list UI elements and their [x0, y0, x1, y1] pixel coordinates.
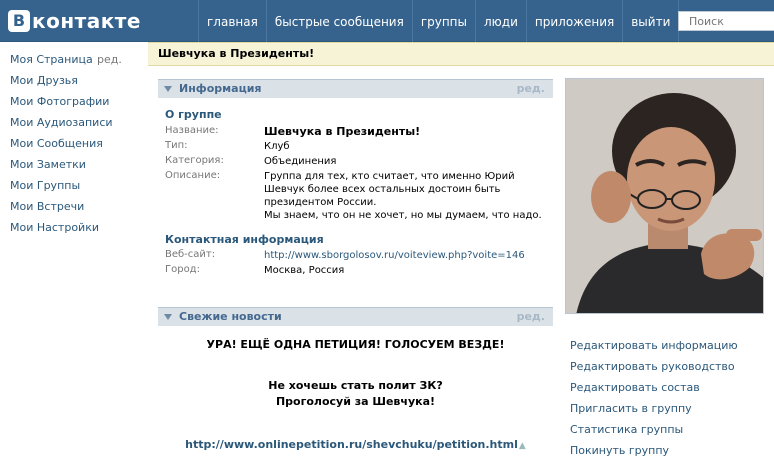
left-sidebar: Моя Страница ред. Мои Друзья Мои Фотогра… [10, 52, 140, 241]
section-title: Свежие новости [179, 310, 282, 323]
row-value: Шевчука в Президенты! [264, 125, 421, 138]
collapse-arrow-icon [164, 314, 172, 320]
group-photo[interactable] [565, 78, 764, 314]
edit-info-link[interactable]: Редактировать информацию [570, 338, 770, 359]
sidebar-item-settings[interactable]: Мои Настройки [10, 220, 140, 241]
page-title: Шевчука в Президенты! [158, 47, 315, 60]
news-line: Проголосуй за Шевчука! [275, 395, 436, 408]
news-link-row: http://www.onlinepetition.ru/shevchuku/p… [158, 437, 553, 454]
nav-groups[interactable]: группы [411, 0, 475, 42]
nav-quick-messages[interactable]: быстрые сообщения [265, 0, 412, 42]
info-section-header[interactable]: Информация ред. [158, 79, 553, 98]
sidebar-item-notes[interactable]: Мои Заметки [10, 157, 140, 178]
sidebar-item-groups[interactable]: Мои Группы [10, 178, 140, 199]
sidebar-item-events[interactable]: Мои Встречи [10, 199, 140, 220]
logo-letter: В [8, 10, 30, 32]
logo-text: контакте [32, 9, 141, 33]
website-link[interactable]: http://www.sborgolosov.ru/voiteview.php?… [264, 249, 544, 262]
sidebar-item-my-page[interactable]: Моя Страница ред. [10, 52, 140, 73]
contact-info-title: Контактная информация [165, 233, 324, 246]
row-label: Описание: [165, 170, 221, 181]
page-title-bar: Шевчука в Президенты! [148, 42, 774, 66]
nav-logout[interactable]: выйти [622, 0, 680, 42]
edit-management-link[interactable]: Редактировать руководство [570, 359, 770, 380]
vkontakte-logo[interactable]: В контакте [8, 9, 141, 33]
portrait-image [566, 79, 763, 313]
collapse-arrow-icon [164, 86, 172, 92]
top-nav: главная быстрые сообщения группы люди пр… [198, 0, 680, 42]
edit-link[interactable]: ред. [517, 310, 545, 323]
nav-home[interactable]: главная [198, 0, 266, 42]
sidebar-item-photos[interactable]: Мои Фотографии [10, 94, 140, 115]
section-title: Информация [179, 82, 262, 95]
news-headline: УРА! ЕЩЁ ОДНА ПЕТИЦИЯ! ГОЛОСУЕМ ВЕЗДЕ! [206, 338, 505, 351]
about-group-title: О группе [165, 108, 222, 121]
top-header: В контакте главная быстрые сообщения гру… [0, 0, 774, 42]
row-label: Тип: [165, 140, 188, 151]
invite-to-group-link[interactable]: Пригласить в группу [570, 401, 770, 422]
row-value: Группа для тех, кто считает, что именно … [264, 171, 515, 208]
row-label: Веб-сайт: [165, 249, 216, 260]
row-label: Город: [165, 264, 200, 275]
edit-link[interactable]: ред. [97, 52, 122, 67]
news-line: Не хочешь стать полит ЗК? [268, 379, 443, 392]
petition-link[interactable]: http://www.onlinepetition.ru/shevchuku/p… [185, 438, 518, 451]
edit-members-link[interactable]: Редактировать состав [570, 380, 770, 401]
group-actions: Редактировать информацию Редактировать р… [570, 338, 770, 464]
nav-apps[interactable]: приложения [525, 0, 622, 42]
row-value[interactable]: Клуб [264, 140, 544, 153]
news-section-header[interactable]: Свежие новости ред. [158, 307, 553, 326]
sidebar-item-friends[interactable]: Мои Друзья [10, 73, 140, 94]
sidebar-item-label: Моя Страница [10, 53, 93, 66]
sidebar-item-messages[interactable]: Мои Сообщения [10, 136, 140, 157]
sidebar-item-audio[interactable]: Мои Аудиозаписи [10, 115, 140, 136]
edit-link[interactable]: ред. [517, 82, 545, 95]
row-value: Москва, Россия [264, 265, 345, 276]
row-value[interactable]: Объединения [264, 155, 544, 168]
search-input[interactable] [678, 11, 774, 31]
external-link-icon: ▲ [518, 441, 526, 451]
row-label: Категория: [165, 155, 224, 166]
row-label: Название: [165, 125, 219, 136]
nav-people[interactable]: люди [475, 0, 526, 42]
row-value: Мы знаем, что он не хочет, но мы думаем,… [264, 210, 542, 221]
leave-group-link[interactable]: Покинуть группу [570, 443, 770, 464]
group-stats-link[interactable]: Статистика группы [570, 422, 770, 443]
